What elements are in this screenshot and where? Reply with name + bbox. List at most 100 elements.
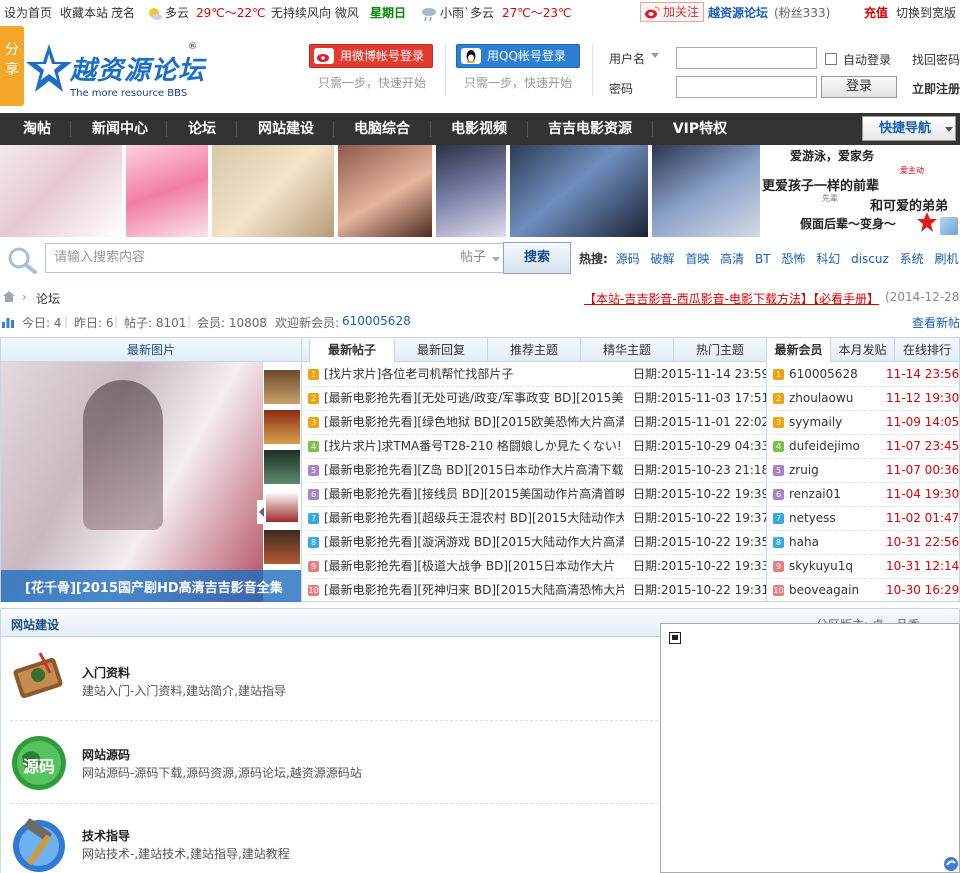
tab-latest-replies[interactable]: 最新回复 <box>395 338 488 362</box>
thread-title[interactable]: [最新电影抢先看][死神归来 BD][2015大陆高清恐怖大片 <box>324 578 624 602</box>
member-name[interactable]: renzai01 <box>789 487 841 501</box>
nav-item-vip[interactable]: VIP特权 <box>662 113 738 145</box>
bookmark-link[interactable]: 收藏本站 <box>60 0 108 26</box>
hot-word-link[interactable]: discuz <box>851 252 889 266</box>
table-row[interactable]: 5 [最新电影抢先看][Z岛 BD][2015日本动作大片高清下载] 日期:2015… <box>308 458 766 482</box>
hot-word-link[interactable]: 首映 <box>685 252 709 266</box>
set-home-link[interactable]: 设为首页 <box>4 0 52 26</box>
hammer-icon[interactable] <box>10 815 68 873</box>
featured-image[interactable]: [花千骨][2015国产剧HD高清吉吉影音全集 <box>1 362 301 602</box>
member-name[interactable]: skykuyu1q <box>789 559 853 573</box>
thread-title[interactable]: [找片求片]求TMA番号T28-210 格闘娘しか見たくない! 4 <box>324 434 624 458</box>
table-row[interactable]: 8 [最新电影抢先看][漩涡游戏 BD][2015大陆动作大片高清 日期:2015-… <box>308 530 766 554</box>
list-item[interactable]: 8 haha 10-31 22:56 <box>773 530 959 554</box>
member-name[interactable]: zruig <box>789 463 819 477</box>
banner-image[interactable] <box>212 145 334 237</box>
table-row[interactable]: 3 [最新电影抢先看][绿色地狱 BD][2015欧美恐怖大片高清 日期:2015-… <box>308 410 766 434</box>
section-title[interactable]: 网站建设 <box>11 616 59 633</box>
banner-ad[interactable]: 爱游泳，爱家务 爱主动 更爱孩子一样的前辈 先辈 和可爱的弟弟 假面后辈～变身～ <box>760 145 960 237</box>
list-item[interactable]: 6 renzai01 11-04 19:30 <box>773 482 959 506</box>
thread-title[interactable]: [最新电影抢先看][Z岛 BD][2015日本动作大片高清下载] <box>324 458 624 482</box>
share-tab[interactable]: 分享 <box>0 26 24 106</box>
member-name[interactable]: haha <box>789 535 819 549</box>
hot-word-link[interactable]: 系统 <box>900 252 924 266</box>
banner-image[interactable] <box>652 145 760 237</box>
quick-nav-button[interactable]: 快捷导航 <box>862 116 956 141</box>
banner-image[interactable] <box>338 145 432 237</box>
tab-featured[interactable]: 精华主题 <box>581 338 674 362</box>
follow-weibo-button[interactable]: 加关注 <box>640 2 705 22</box>
slide-thumbnail[interactable] <box>264 450 300 484</box>
new-member-link[interactable]: 610005628 <box>342 314 411 328</box>
nav-item-news[interactable]: 新闻中心 <box>82 113 158 145</box>
username-input[interactable] <box>676 47 817 69</box>
book-pen-icon[interactable] <box>10 647 68 705</box>
list-item[interactable]: 4 dufeidejimo 11-07 23:45 <box>773 434 959 458</box>
notice-link[interactable]: 【本站-吉吉影音-西瓜影音-电影下载方法】【必看手册】 <box>584 290 879 307</box>
list-item[interactable]: 1 610005628 11-14 23:56 <box>773 362 959 386</box>
tab-latest-pics[interactable]: 最新图片 <box>1 338 301 362</box>
nav-item-taotie[interactable]: 淘帖 <box>12 113 62 145</box>
recharge-link[interactable]: 充值 <box>864 0 888 26</box>
thread-title[interactable]: [找片求片]各位老司机帮忙找部片子 <box>324 362 624 386</box>
banner-image[interactable] <box>126 145 208 237</box>
list-item[interactable]: 10 beoveagain 10-30 16:29 <box>773 578 959 602</box>
list-item[interactable]: 3 syymaily 11-09 14:05 <box>773 410 959 434</box>
member-name[interactable]: zhoulaowu <box>789 391 853 405</box>
thread-title[interactable]: [最新电影抢先看][绿色地狱 BD][2015欧美恐怖大片高清 <box>324 410 624 434</box>
hot-word-link[interactable]: 恐怖 <box>781 252 805 266</box>
member-name[interactable]: beoveagain <box>789 583 859 597</box>
login-button[interactable]: 登录 <box>821 76 897 98</box>
tab-new-members[interactable]: 最新会员 <box>767 338 831 363</box>
forum-title[interactable]: 技术指导 <box>82 827 130 844</box>
hot-word-link[interactable]: 科幻 <box>816 252 840 266</box>
window-icon[interactable] <box>669 632 681 647</box>
search-input[interactable]: 请输入搜索内容 <box>45 243 457 273</box>
tab-online-rank[interactable]: 在线排行 <box>895 338 959 362</box>
register-link[interactable]: 立即注册 <box>912 80 960 97</box>
view-new-posts-link[interactable]: 查看新帖 <box>912 314 960 331</box>
tab-monthly-posters[interactable]: 本月发贴 <box>831 338 895 362</box>
banner-image[interactable] <box>436 145 506 237</box>
table-row[interactable]: 10 [最新电影抢先看][死神归来 BD][2015大陆高清恐怖大片 日期:2015… <box>308 578 766 602</box>
thread-title[interactable]: [最新电影抢先看][无处可逃/政变/军事政变 BD][2015美国 <box>324 386 624 410</box>
thread-title[interactable]: [最新电影抢先看][极道大战争 BD][2015日本动作大片 <box>324 554 624 578</box>
hot-word-link[interactable]: 高清 <box>720 252 744 266</box>
password-input[interactable] <box>676 76 817 98</box>
auto-login-checkbox[interactable] <box>825 53 837 65</box>
forum-title[interactable]: 入门资料 <box>82 664 130 681</box>
nav-item-computer[interactable]: 电脑综合 <box>344 113 420 145</box>
nav-item-jiji[interactable]: 吉吉电影资源 <box>538 113 642 145</box>
forum-title[interactable]: 网站源码 <box>82 746 130 763</box>
nav-item-forum[interactable]: 论坛 <box>178 113 226 145</box>
thread-title[interactable]: [最新电影抢先看][超级兵王混农村 BD][2015大陆动作大 <box>324 506 624 530</box>
qq-login-button[interactable]: 用QQ帐号登录 <box>456 44 580 68</box>
nav-item-movies[interactable]: 电影视频 <box>441 113 517 145</box>
find-password-link[interactable]: 找回密码 <box>912 51 960 68</box>
list-item[interactable]: 9 skykuyu1q 10-31 12:14 <box>773 554 959 578</box>
tab-latest-posts[interactable]: 最新帖子 <box>309 338 395 363</box>
slide-thumbnail[interactable] <box>264 410 300 444</box>
table-row[interactable]: 6 [最新电影抢先看][接线员 BD][2015美国动作片高清首映 日期:2015-… <box>308 482 766 506</box>
table-row[interactable]: 1 [找片求片]各位老司机帮忙找部片子 日期:2015-11-14 23:59 <box>308 362 766 386</box>
table-row[interactable]: 7 [最新电影抢先看][超级兵王混农村 BD][2015大陆动作大 日期:2015-… <box>308 506 766 530</box>
popup-logo-icon[interactable] <box>943 856 959 873</box>
tab-recommended[interactable]: 推荐主题 <box>488 338 581 362</box>
banner-image[interactable] <box>510 145 648 237</box>
hot-word-link[interactable]: 刷机 <box>934 252 958 266</box>
table-row[interactable]: 4 [找片求片]求TMA番号T28-210 格闘娘しか見たくない! 4 日期:201… <box>308 434 766 458</box>
site-logo[interactable]: 越资源论坛 The more resource BBS ® <box>26 40 206 100</box>
member-name[interactable]: 610005628 <box>789 367 858 381</box>
search-type-select[interactable]: 帖子 <box>456 243 504 273</box>
table-row[interactable]: 9 [最新电影抢先看][极道大战争 BD][2015日本动作大片 日期:2015-1… <box>308 554 766 578</box>
list-item[interactable]: 5 zruig 11-07 00:36 <box>773 458 959 482</box>
list-item[interactable]: 7 netyess 11-02 01:47 <box>773 506 959 530</box>
table-row[interactable]: 2 [最新电影抢先看][无处可逃/政变/军事政变 BD][2015美国 日期:201… <box>308 386 766 410</box>
search-button[interactable]: 搜索 <box>503 242 571 274</box>
thread-title[interactable]: [最新电影抢先看][接线员 BD][2015美国动作片高清首映 <box>324 482 624 506</box>
tab-hot[interactable]: 热门主题 <box>674 338 766 362</box>
featured-caption[interactable]: [花千骨][2015国产剧HD高清吉吉影音全集 <box>25 577 283 596</box>
weibo-name-link[interactable]: 越资源论坛 <box>708 0 768 26</box>
wide-mode-link[interactable]: 切换到宽版 <box>896 0 956 26</box>
slide-thumbnail[interactable] <box>264 490 300 524</box>
